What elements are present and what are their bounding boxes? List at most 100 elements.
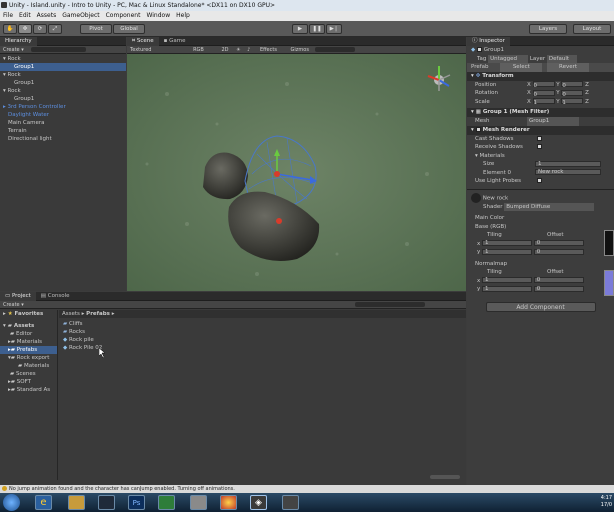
folder-item[interactable]: ▰ Scenes — [0, 370, 57, 378]
tree-item[interactable]: Directional light — [0, 135, 126, 143]
scene-viewport[interactable] — [127, 54, 466, 291]
system-clock[interactable]: 4:17 17/0 — [598, 495, 612, 509]
menu-gameobject[interactable]: GameObject — [59, 11, 102, 21]
tab-project[interactable]: ▭ Project — [0, 292, 36, 301]
pause-button[interactable]: ❚❚ — [309, 24, 325, 34]
hierarchy-search-input[interactable] — [31, 47, 87, 52]
menu-file[interactable]: File — [0, 11, 16, 21]
tree-item[interactable]: Group1 — [0, 95, 126, 103]
favorites-item[interactable]: ▸ ★ Favorites — [0, 310, 57, 318]
unity-icon[interactable]: ◈ — [250, 495, 267, 510]
status-message[interactable]: No jump animation found and the characte… — [9, 486, 235, 492]
offset-y-field[interactable]: 0 — [533, 248, 584, 255]
scale-x-field[interactable]: 1 — [532, 98, 555, 106]
revert-button[interactable]: Revert — [547, 63, 590, 72]
size-field[interactable]: 1 — [535, 160, 601, 167]
hand-tool-button[interactable]: ✋ — [3, 24, 17, 34]
step-button[interactable]: ▶❘ — [326, 24, 342, 34]
tree-item[interactable]: Terrain — [0, 127, 126, 135]
zoom-slider[interactable] — [430, 475, 460, 479]
explorer-icon[interactable] — [68, 495, 85, 510]
app-icon[interactable] — [282, 495, 299, 510]
scale-tool-button[interactable]: ⤢ — [48, 24, 62, 34]
media-player-icon[interactable] — [98, 495, 115, 510]
tree-item[interactable]: Main Camera — [0, 119, 126, 127]
layer-dropdown[interactable]: Default — [546, 54, 577, 63]
tree-item[interactable]: ▸ 3rd Person Controller — [0, 103, 126, 111]
global-toggle[interactable]: Global — [113, 24, 145, 34]
chrome-icon[interactable] — [220, 495, 237, 510]
tab-hierarchy[interactable]: Hierarchy — [0, 37, 37, 46]
assets-item[interactable]: ▾ ▰ Assets — [0, 322, 57, 330]
photoshop-icon[interactable]: Ps — [128, 495, 145, 510]
menu-component[interactable]: Component — [103, 11, 144, 21]
normal-offset-y-field[interactable]: 0 — [533, 285, 584, 292]
folder-item[interactable]: ▰ Editor — [0, 330, 57, 338]
object-name-field[interactable]: Group1 — [484, 47, 504, 53]
folder-item[interactable]: ▾▰ Rock export — [0, 354, 57, 362]
normal-tiling-x-field[interactable]: 1 — [482, 277, 533, 283]
tab-inspector[interactable]: ⓘ Inspector — [467, 37, 510, 46]
effects-dropdown[interactable]: Effects — [260, 47, 277, 53]
scene-search-input[interactable] — [314, 47, 355, 52]
mesh-renderer-checkbox[interactable] — [475, 126, 481, 132]
rgb-dropdown[interactable]: RGB — [193, 47, 204, 53]
rotation-y-field[interactable]: 0 — [561, 89, 584, 98]
ie-icon[interactable]: e — [35, 495, 52, 510]
normal-tiling-y-field[interactable]: 1 — [482, 285, 533, 292]
play-button[interactable]: ▶ — [292, 24, 308, 34]
breadcrumb-prefabs[interactable]: Prefabs — [86, 311, 110, 317]
audio-toggle-icon[interactable]: ♪ — [247, 47, 250, 53]
project-create-button[interactable]: Create — [3, 302, 20, 308]
folder-item[interactable]: ▰ Materials — [0, 362, 57, 370]
active-checkbox[interactable] — [476, 47, 482, 52]
tab-console[interactable]: ▤ Console — [36, 292, 75, 301]
lighting-toggle-icon[interactable]: ☀ — [236, 47, 240, 53]
project-search-input[interactable] — [355, 302, 426, 307]
2d-toggle[interactable]: 2D — [221, 47, 228, 53]
mesh-field[interactable]: Group1 — [527, 117, 579, 126]
app-icon[interactable] — [190, 495, 207, 510]
select-button[interactable]: Select — [500, 63, 543, 72]
scale-y-field[interactable]: 1 — [561, 98, 584, 106]
element-field[interactable]: New rock — [535, 169, 601, 175]
menu-edit[interactable]: Edit — [16, 11, 34, 21]
offset-x-field[interactable]: 0 — [533, 240, 584, 246]
menu-window[interactable]: Window — [143, 11, 173, 21]
shader-dropdown[interactable]: Bumped Diffuse — [504, 202, 595, 211]
receive-shadows-checkbox[interactable] — [537, 144, 542, 149]
tree-item[interactable]: ▾ Rock — [0, 71, 126, 79]
tree-item[interactable]: ▾ Rock — [0, 55, 126, 63]
move-tool-button[interactable]: ✥ — [18, 24, 32, 34]
file-item[interactable]: ▰ Cliffs — [63, 320, 263, 328]
rotation-x-field[interactable]: 0 — [532, 89, 555, 98]
position-x-field[interactable]: 0 — [532, 81, 555, 89]
light-probes-checkbox[interactable] — [537, 178, 542, 183]
tree-item[interactable]: Group1 — [0, 79, 126, 87]
file-item[interactable]: ▰ Rocks — [63, 328, 263, 336]
tree-item[interactable]: ▾ Rock — [0, 87, 126, 95]
tab-scene[interactable]: ⌗ Scene — [127, 37, 159, 46]
tab-game[interactable]: ▪ Game — [159, 37, 191, 46]
layers-dropdown[interactable]: Layers — [529, 24, 567, 34]
tree-item[interactable]: Daylight Water — [0, 111, 126, 119]
folder-item[interactable]: ▸▰ Materials — [0, 338, 57, 346]
pivot-toggle[interactable]: Pivot — [80, 24, 112, 34]
cast-shadows-checkbox[interactable] — [537, 135, 542, 141]
layout-dropdown[interactable]: Layout — [573, 24, 611, 34]
hierarchy-create-button[interactable]: Create — [3, 47, 20, 53]
normal-offset-x-field[interactable]: 0 — [533, 277, 584, 283]
render-mode-dropdown[interactable]: Textured — [130, 47, 151, 53]
base-texture-slot[interactable] — [604, 230, 614, 256]
normalmap-texture-slot[interactable] — [604, 270, 614, 296]
app-icon[interactable] — [158, 495, 175, 510]
tiling-x-field[interactable]: 1 — [482, 240, 533, 246]
gizmos-dropdown[interactable]: Gizmos — [291, 47, 309, 53]
position-y-field[interactable]: 0 — [561, 81, 584, 89]
mesh-renderer-header[interactable]: ▾ Mesh Renderer — [467, 125, 614, 135]
tree-item-selected[interactable]: Group1 — [0, 63, 126, 71]
folder-item[interactable]: ▸▰ Standard As — [0, 386, 57, 394]
transform-header[interactable]: ▾ ✥ Transform — [467, 71, 614, 81]
folder-item-selected[interactable]: ▸▰ Prefabs — [0, 346, 57, 354]
breadcrumb-assets[interactable]: Assets — [62, 311, 80, 317]
